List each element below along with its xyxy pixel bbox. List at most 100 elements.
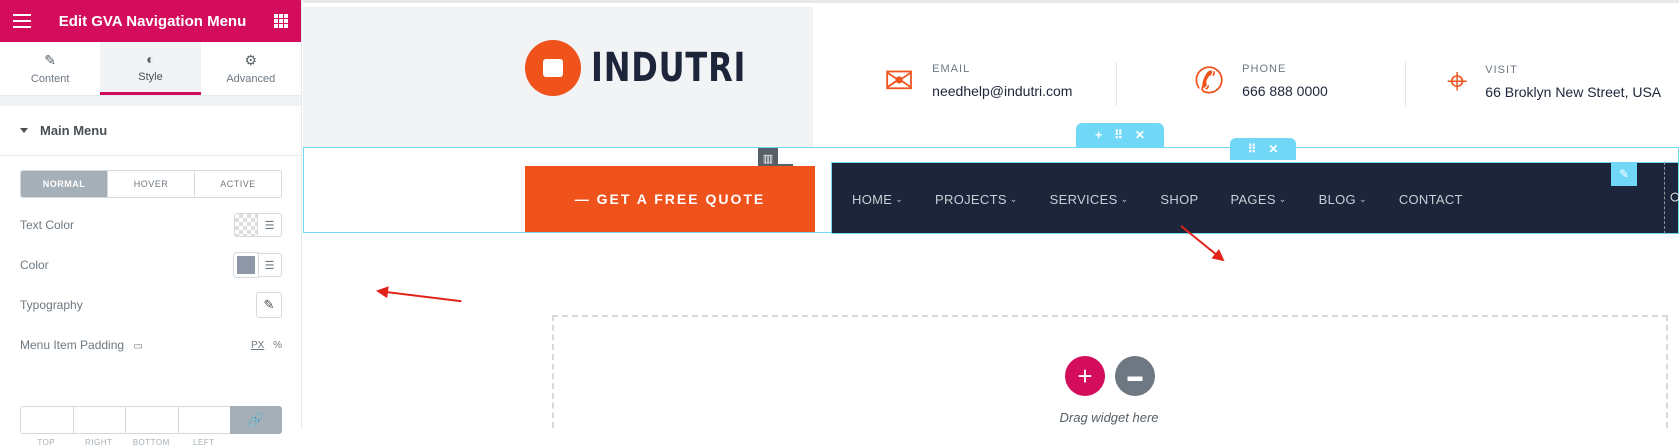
padding-top-input[interactable] <box>20 406 73 434</box>
tab-style[interactable]: ◐ Style <box>100 42 201 95</box>
column-divider <box>1664 162 1665 234</box>
nav-label: HOME <box>852 191 893 207</box>
chevron-down-icon: ⌄ <box>895 193 904 204</box>
navigation-menu: HOME ⌄ PROJECTS ⌄ SERVICES ⌄ SHOP PAGES ⌄ BL… <box>831 162 1679 234</box>
contrast-icon: ◐ <box>146 51 155 67</box>
drag-handle-icon[interactable]: ⠿ <box>1248 142 1257 156</box>
section-title: Main Menu <box>40 123 108 138</box>
state-tab-active[interactable]: ACTIVE <box>195 171 281 197</box>
nav-item-shop[interactable]: SHOP <box>1160 192 1198 207</box>
tab-content[interactable]: ✎ Content <box>0 42 100 95</box>
tab-style-label: Style <box>138 71 163 83</box>
annotation-arrow <box>377 290 462 303</box>
desktop-monitor-icon[interactable]: ▭ <box>133 341 142 352</box>
padding-label-top: TOP <box>37 438 56 447</box>
panel-tabs: ✎ Content ◐ Style ⚙ Advanced <box>0 42 301 96</box>
gear-icon: ⚙ <box>244 52 258 68</box>
nav-label: SHOP <box>1160 191 1199 207</box>
nav-label: PAGES <box>1230 191 1276 207</box>
panel-title: Edit GVA Navigation Menu <box>58 12 247 30</box>
map-pin-icon: ⌖ <box>1447 60 1468 101</box>
logo-text: INDUTRI <box>591 45 747 91</box>
color-picker[interactable] <box>233 252 259 278</box>
menu-item-padding-control: Menu Item Padding ▭ PX % <box>20 332 282 358</box>
nav-label: CONTACT <box>1398 191 1463 207</box>
close-icon[interactable]: ✕ <box>1135 128 1145 142</box>
text-color-picker[interactable] <box>234 213 258 237</box>
tab-advanced[interactable]: ⚙ Advanced <box>201 42 301 95</box>
phone-icon: ✆ <box>1194 60 1225 101</box>
panel-scroll-area[interactable]: Main Menu NORMAL HOVER ACTIVE Text Color… <box>0 96 301 447</box>
typography-control: Typography ✎ <box>20 292 282 318</box>
unit-percent[interactable]: % <box>273 340 282 351</box>
state-tab-normal[interactable]: NORMAL <box>21 171 108 197</box>
nav-item-pages[interactable]: PAGES ⌄ <box>1230 192 1286 207</box>
add-widget-button[interactable]: + <box>1065 356 1105 396</box>
nav-item-blog[interactable]: BLOG ⌄ <box>1319 192 1367 207</box>
tab-advanced-label: Advanced <box>226 73 276 85</box>
nav-item-projects[interactable]: PROJECTS ⌄ <box>935 192 1018 207</box>
search-icon[interactable]: ○ <box>1669 186 1679 209</box>
link-values-icon[interactable]: 🔗 <box>230 406 282 434</box>
global-colors-icon[interactable]: ☰ <box>258 213 282 237</box>
phone-label: PHONE <box>1242 63 1287 75</box>
text-color-control: Text Color ☰ <box>20 212 282 238</box>
visit-value: 66 Broklyn New Street, USA <box>1485 83 1662 100</box>
get-quote-button[interactable]: — GET A FREE QUOTE <box>525 166 815 232</box>
hamburger-menu-icon[interactable] <box>13 14 31 28</box>
state-tabs: NORMAL HOVER ACTIVE <box>20 170 282 198</box>
padding-label-right: RIGHT <box>85 438 113 447</box>
edit-widget-icon[interactable]: ✎ <box>1611 162 1637 186</box>
divider <box>1405 62 1406 106</box>
nav-item-home[interactable]: HOME ⌄ <box>852 192 903 207</box>
padding-label-left: LEFT <box>192 438 215 447</box>
email-info[interactable]: ✉ EMAIL needhelp@indutri.com <box>884 60 1072 102</box>
section-body: NORMAL HOVER ACTIVE Text Color ☰ Color ☰ <box>0 156 301 447</box>
pencil-icon: ✎ <box>44 52 57 68</box>
visit-info[interactable]: ⌖ VISIT 66 Broklyn New Street, USA <box>1447 60 1661 103</box>
add-section-icon[interactable]: + <box>1095 128 1102 142</box>
divider <box>1116 62 1117 106</box>
padding-labels: TOP RIGHT BOTTOM LEFT <box>20 438 230 447</box>
menu-item-padding-label: Menu Item Padding <box>20 338 125 352</box>
text-color-label: Text Color <box>20 218 75 232</box>
template-library-folder-icon[interactable]: ▬ <box>1115 356 1155 396</box>
unit-px[interactable]: PX <box>251 340 264 351</box>
nav-item-contact[interactable]: CONTACT <box>1399 192 1463 207</box>
site-logo[interactable]: INDUTRI <box>525 40 785 96</box>
caret-down-icon <box>20 128 28 133</box>
factory-gear-icon <box>525 40 581 96</box>
nav-label: SERVICES <box>1049 191 1118 207</box>
chevron-down-icon: ⌄ <box>1278 193 1287 204</box>
padding-inputs: 🔗 <box>20 406 282 434</box>
phone-value: 666 888 0000 <box>1242 83 1328 99</box>
typography-edit-button[interactable]: ✎ <box>256 292 282 318</box>
close-icon[interactable]: ✕ <box>1268 142 1278 156</box>
tab-content-label: Content <box>30 73 70 85</box>
nav-label: BLOG <box>1318 191 1356 207</box>
section-toggle-main-menu[interactable]: Main Menu <box>0 106 301 156</box>
state-tab-hover[interactable]: HOVER <box>108 171 195 197</box>
email-value: needhelp@indutri.com <box>932 83 1073 99</box>
phone-info[interactable]: ✆ PHONE 666 888 0000 <box>1194 60 1328 102</box>
drag-handle-icon[interactable]: ⠿ <box>1114 128 1123 142</box>
padding-label-bottom: BOTTOM <box>132 438 170 447</box>
inner-section-handle[interactable]: ⠿ ✕ <box>1230 138 1296 160</box>
color-label: Color <box>20 258 49 272</box>
top-divider <box>303 0 1679 3</box>
padding-right-input[interactable] <box>72 406 125 434</box>
chevron-down-icon: ⌄ <box>1009 193 1018 204</box>
preview-canvas: INDUTRI ✉ EMAIL needhelp@indutri.com ✆ P… <box>303 0 1679 428</box>
editor-panel: Edit GVA Navigation Menu ✎ Content ◐ Sty… <box>0 0 302 447</box>
padding-left-input[interactable] <box>177 406 230 434</box>
drag-widget-hint: Drag widget here <box>1059 410 1159 425</box>
padding-bottom-input[interactable] <box>125 406 178 434</box>
chevron-down-icon: ⌄ <box>1120 193 1129 204</box>
envelope-icon: ✉ <box>884 60 915 101</box>
panel-header: Edit GVA Navigation Menu <box>0 0 301 42</box>
global-colors-icon[interactable]: ☰ <box>258 253 282 277</box>
typography-label: Typography <box>20 298 83 312</box>
nav-item-services[interactable]: SERVICES ⌄ <box>1050 192 1129 207</box>
widgets-grid-icon[interactable] <box>273 14 288 28</box>
section-handle[interactable]: + ⠿ ✕ <box>1076 123 1164 147</box>
